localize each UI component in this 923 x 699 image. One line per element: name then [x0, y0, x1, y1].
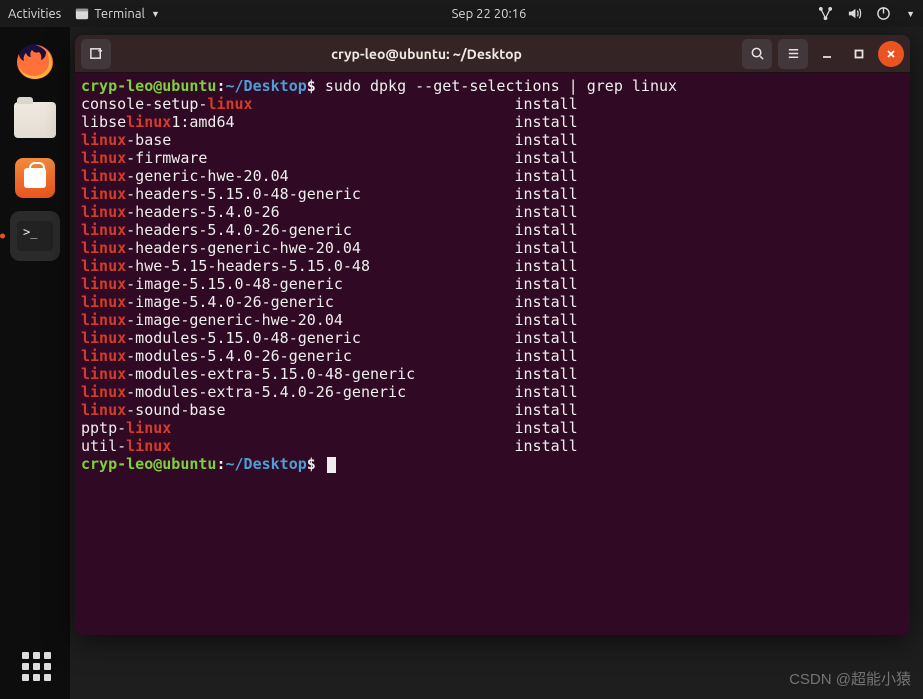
- maximize-button[interactable]: [846, 41, 872, 67]
- firefox-icon: [15, 42, 55, 82]
- gnome-top-bar: Activities Terminal ▼ Sep 22 20:16 ▼: [0, 0, 923, 27]
- output-line: linux-image-5.15.0-48-generic install: [81, 275, 904, 293]
- dropdown-triangle-icon: ▼: [151, 9, 160, 19]
- app-menu[interactable]: Terminal ▼: [75, 7, 160, 21]
- new-tab-button[interactable]: [81, 39, 111, 69]
- new-tab-icon: [89, 46, 104, 61]
- dock-files[interactable]: [10, 95, 60, 145]
- app-menu-label: Terminal: [94, 7, 145, 21]
- dock-software[interactable]: [10, 153, 60, 203]
- output-line: linux-headers-generic-hwe-20.04 install: [81, 239, 904, 257]
- search-icon: [750, 46, 765, 61]
- output-line: linux-modules-5.4.0-26-generic install: [81, 347, 904, 365]
- terminal-icon: >_: [17, 221, 53, 251]
- network-icon: [818, 6, 833, 21]
- output-line: linux-base install: [81, 131, 904, 149]
- cursor: [327, 457, 336, 473]
- maximize-icon: [854, 49, 864, 59]
- window-title: cryp-leo@ubuntu: ~/Desktop: [117, 46, 736, 62]
- output-line: linux-hwe-5.15-headers-5.15.0-48 install: [81, 257, 904, 275]
- window-header: cryp-leo@ubuntu: ~/Desktop: [75, 35, 910, 73]
- system-status-area[interactable]: ▼: [818, 6, 915, 21]
- output-line: util-linux install: [81, 437, 904, 455]
- activities-button[interactable]: Activities: [8, 7, 61, 21]
- header-right: [742, 39, 904, 69]
- dropdown-triangle-icon: ▼: [906, 9, 915, 19]
- search-button[interactable]: [742, 39, 772, 69]
- output-line: linux-headers-5.4.0-26 install: [81, 203, 904, 221]
- output-line: linux-headers-5.15.0-48-generic install: [81, 185, 904, 203]
- output-line: linux-firmware install: [81, 149, 904, 167]
- output-line: linux-image-generic-hwe-20.04 install: [81, 311, 904, 329]
- watermark: CSDN @超能小猿: [789, 668, 911, 689]
- show-applications-button[interactable]: [22, 652, 51, 681]
- prompt-line: cryp-leo@ubuntu:~/Desktop$ sudo dpkg --g…: [81, 77, 904, 95]
- output-line: pptp-linux install: [81, 419, 904, 437]
- output-line: linux-modules-extra-5.15.0-48-generic in…: [81, 365, 904, 383]
- activities-label: Activities: [8, 7, 61, 21]
- output-line: libselinux1:amd64 install: [81, 113, 904, 131]
- clock[interactable]: Sep 22 20:16: [452, 7, 527, 21]
- output-line: linux-image-5.4.0-26-generic install: [81, 293, 904, 311]
- close-icon: [886, 49, 896, 59]
- menu-button[interactable]: [778, 39, 808, 69]
- output-line: linux-modules-extra-5.4.0-26-generic ins…: [81, 383, 904, 401]
- prompt-line: cryp-leo@ubuntu:~/Desktop$: [81, 455, 904, 473]
- output-line: linux-generic-hwe-20.04 install: [81, 167, 904, 185]
- hamburger-icon: [786, 46, 801, 61]
- files-icon: [14, 102, 56, 138]
- output-line: console-setup-linux install: [81, 95, 904, 113]
- output-line: linux-sound-base install: [81, 401, 904, 419]
- clock-label: Sep 22 20:16: [452, 7, 527, 21]
- minimize-icon: [822, 49, 832, 59]
- ubuntu-software-icon: [15, 158, 55, 198]
- output-line: linux-modules-5.15.0-48-generic install: [81, 329, 904, 347]
- ubuntu-dock: >_: [0, 27, 70, 699]
- dock-terminal[interactable]: >_: [10, 211, 60, 261]
- top-bar-left: Activities Terminal ▼: [8, 7, 160, 21]
- terminal-menu-icon: [75, 7, 89, 21]
- dock-firefox[interactable]: [10, 37, 60, 87]
- volume-icon: [847, 6, 862, 21]
- terminal-output[interactable]: cryp-leo@ubuntu:~/Desktop$ sudo dpkg --g…: [75, 73, 910, 635]
- minimize-button[interactable]: [814, 41, 840, 67]
- power-icon: [876, 6, 891, 21]
- output-line: linux-headers-5.4.0-26-generic install: [81, 221, 904, 239]
- terminal-window: cryp-leo@ubuntu: ~/Desktop cryp-leo@ubun…: [75, 35, 910, 635]
- close-button[interactable]: [878, 41, 904, 67]
